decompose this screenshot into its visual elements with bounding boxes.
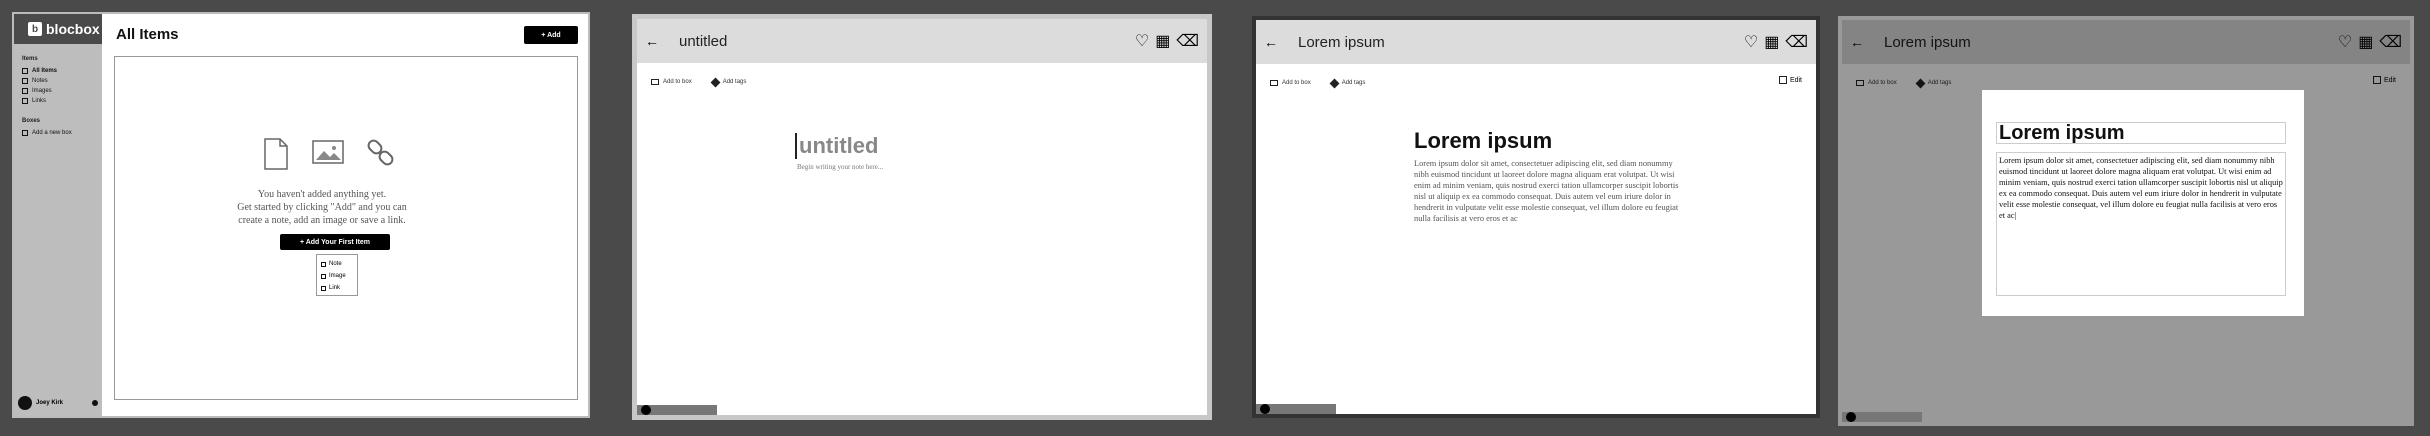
bottom-bar (1256, 404, 1336, 414)
tag-icon (710, 77, 721, 87)
add-item-dropdown: Note Image Link (316, 254, 358, 296)
brand[interactable]: b blocbox (14, 14, 102, 44)
sidebar-item-notes[interactable]: Notes (14, 76, 102, 86)
add-to-box-button[interactable]: Add to box (651, 79, 692, 85)
note-body: Lorem ipsum dolor sit amet, consectetuer… (1414, 159, 1679, 223)
empty-state-icons (262, 138, 396, 170)
image-icon (321, 273, 326, 279)
edit-modal: Lorem ipsum Lorem ipsum dolor sit amet, … (1982, 90, 2304, 316)
note-title-input[interactable]: Lorem ipsum (1996, 122, 2286, 144)
empty-state (114, 56, 578, 400)
note-icon (321, 261, 326, 267)
tag-icon (1329, 78, 1340, 88)
new-note-screen: ← untitled ♡ ▦ ⌫ Add to box Add tags unt… (632, 14, 1212, 420)
add-first-item-button[interactable]: + Add Your First Item (280, 234, 390, 250)
add-tags-button[interactable]: Add tags (710, 77, 746, 87)
user-profile[interactable]: Joey Kirk (18, 396, 98, 410)
image-icon (22, 88, 28, 94)
bottom-bar (1842, 412, 1922, 422)
logo-icon: b (28, 22, 42, 36)
note-title-input[interactable]: untitled (795, 133, 878, 159)
link-icon (22, 98, 28, 104)
note-edit-screen: ← Lorem ipsum ♡ ▦ ⌫ Add to box Add tags … (1838, 16, 2414, 426)
main-content: All Items + Add You haven't added anythi… (102, 14, 588, 416)
save-icon[interactable]: ▦ (1155, 31, 1170, 51)
avatar (1260, 404, 1270, 414)
boxes-section-title: Boxes (22, 118, 41, 124)
add-to-box-button[interactable]: Add to box (1270, 80, 1311, 86)
edit-button[interactable]: Edit (1778, 76, 1802, 84)
avatar (641, 405, 651, 415)
inbox-icon (651, 79, 659, 85)
add-tags-button[interactable]: Add tags (1329, 78, 1365, 88)
sidebar-item-all-items[interactable]: All Items (14, 66, 102, 76)
image-icon (312, 140, 344, 164)
add-box-button[interactable]: Add a new box (14, 128, 102, 138)
note-body-textarea[interactable]: Lorem ipsum dolor sit amet, consectetuer… (1996, 152, 2286, 296)
dropdown-item-note[interactable]: Note (321, 258, 353, 270)
back-arrow-icon[interactable]: ← (1256, 34, 1286, 50)
header-title: untitled (679, 32, 728, 50)
note-toolbar: Add to box Add tags (1256, 76, 1816, 90)
note-header: ← Lorem ipsum ♡ ▦ ⌫ (1256, 20, 1816, 64)
link-icon (321, 285, 326, 291)
edit-icon (1778, 76, 1787, 84)
sidebar: b blocbox Items All Items Notes Images L… (14, 14, 102, 416)
trash-icon[interactable]: ⌫ (1176, 31, 1199, 51)
document-icon (264, 138, 288, 170)
add-button[interactable]: + Add (524, 26, 578, 44)
all-items-screen: b blocbox Items All Items Notes Images L… (12, 12, 590, 418)
sidebar-item-images[interactable]: Images (14, 86, 102, 96)
avatar (1846, 412, 1856, 422)
note-body-placeholder[interactable]: Begin writing your note here... (797, 163, 883, 171)
items-section-title: Items (22, 56, 38, 62)
brand-name: blocbox (46, 21, 100, 37)
grid-icon (22, 68, 28, 74)
trash-icon[interactable]: ⌫ (1785, 32, 1808, 52)
note-title: Lorem ipsum (1414, 128, 1553, 153)
sidebar-item-links[interactable]: Links (14, 96, 102, 106)
heart-icon[interactable]: ♡ (1135, 31, 1149, 51)
back-arrow-icon[interactable]: ← (637, 33, 667, 49)
avatar (18, 396, 32, 410)
dropdown-item-image[interactable]: Image (321, 270, 353, 282)
heart-icon[interactable]: ♡ (1744, 32, 1758, 52)
save-icon[interactable]: ▦ (1764, 32, 1779, 52)
bottom-bar (637, 405, 717, 415)
note-view-screen: ← Lorem ipsum ♡ ▦ ⌫ Add to box Add tags … (1252, 16, 1820, 418)
note-toolbar: Add to box Add tags (637, 75, 1207, 89)
inbox-icon (1270, 80, 1278, 86)
user-name: Joey Kirk (36, 400, 64, 406)
note-header: ← untitled ♡ ▦ ⌫ (637, 19, 1207, 63)
header-title: Lorem ipsum (1298, 33, 1385, 51)
empty-state-message: You haven't added anything yet. Get star… (237, 189, 407, 226)
link-icon (367, 139, 394, 166)
settings-icon[interactable] (92, 400, 98, 406)
note-icon (22, 78, 28, 84)
dropdown-item-link[interactable]: Link (321, 282, 353, 294)
page-title: All Items (116, 26, 179, 43)
plus-icon (22, 130, 28, 136)
